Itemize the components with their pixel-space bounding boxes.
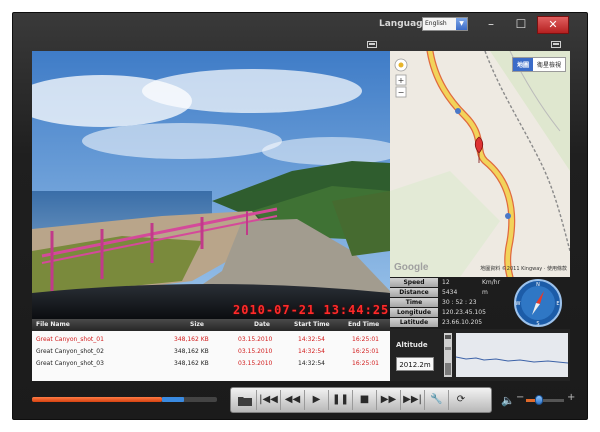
- map-panel-toggle[interactable]: [551, 41, 561, 48]
- close-button[interactable]: ✕: [537, 16, 569, 34]
- altitude-graph: [455, 333, 569, 377]
- svg-text:E: E: [556, 301, 559, 307]
- file-end-time: 16:25:01: [352, 336, 379, 343]
- altitude-label: Altitude: [396, 341, 428, 349]
- rewind-icon[interactable]: ◀◀: [281, 390, 305, 410]
- stat-unit: m: [482, 289, 488, 296]
- skip-forward-icon[interactable]: ▶▶|: [401, 390, 425, 410]
- wrench-icon[interactable]: 🔧: [425, 390, 449, 410]
- stat-value: 23.66.10.205: [442, 319, 483, 326]
- pause-icon[interactable]: ❚❚: [329, 390, 353, 410]
- stat-value: 5434: [442, 289, 458, 296]
- stop-icon[interactable]: ■: [353, 390, 377, 410]
- svg-text:N: N: [536, 282, 540, 288]
- maximize-button[interactable]: ☐: [509, 16, 533, 34]
- column-header-file-name[interactable]: File Name: [36, 319, 70, 331]
- video-timestamp: 2010-07-21 13:44:25: [233, 303, 390, 317]
- column-header-size[interactable]: Size: [190, 319, 204, 331]
- video-panel-toggle[interactable]: [367, 41, 377, 48]
- stat-value: 12: [442, 279, 450, 286]
- tab-satellite[interactable]: 衛星檢視: [532, 58, 565, 71]
- map-canvas: + −: [390, 51, 570, 277]
- video-frame[interactable]: [32, 51, 390, 319]
- map-copyright: 地圖資料 ©2011 Kingway · 使用條款: [480, 266, 567, 272]
- table-row[interactable]: Great Canyon_shot_02 348,162 KB 03.15.20…: [32, 346, 390, 357]
- file-table: File Name Size Date Start Time End Time …: [32, 319, 390, 381]
- stat-row-speed: Speed 12 Km/hr: [390, 278, 506, 288]
- speaker-icon[interactable]: 🔈: [501, 394, 515, 407]
- volume-up-button[interactable]: +: [567, 392, 575, 403]
- file-date: 03.15.2010: [238, 360, 273, 367]
- play-icon[interactable]: ▶: [305, 390, 329, 410]
- stat-unit: Km/hr: [482, 279, 501, 286]
- file-start-time: 14:32:54: [298, 348, 325, 355]
- file-size: 348,162 KB: [174, 360, 209, 367]
- volume-knob[interactable]: [535, 395, 543, 405]
- file-start-time: 14:32:54: [298, 336, 325, 343]
- file-end-time: 16:25:01: [352, 348, 379, 355]
- altitude-panel: Altitude 2012.2m: [390, 329, 570, 381]
- chevron-down-icon[interactable]: ▼: [456, 18, 467, 30]
- stat-label: Distance: [390, 288, 438, 297]
- compass-icon: N S W E: [514, 279, 562, 327]
- altitude-scale-graphic: [445, 335, 451, 375]
- file-date: 03.15.2010: [238, 348, 273, 355]
- altitude-chart: [455, 356, 569, 364]
- stat-label: Longitude: [390, 308, 438, 317]
- trip-stats: Speed 12 Km/hr Distance 5434 m Time 30 :…: [390, 277, 506, 329]
- svg-text:−: −: [398, 88, 405, 97]
- stat-label: Time: [390, 298, 438, 307]
- file-size: 348,162 KB: [174, 336, 209, 343]
- stat-row-distance: Distance 5434 m: [390, 288, 506, 298]
- google-logo: Google: [394, 262, 429, 273]
- stat-row-latitude: Latitude 23.66.10.205: [390, 318, 506, 328]
- file-name: Great Canyon_shot_02: [36, 348, 104, 355]
- svg-text:S: S: [536, 321, 539, 327]
- progress-fill: [32, 397, 162, 402]
- playback-progress-bar[interactable]: [32, 397, 217, 402]
- column-header-start-time[interactable]: Start Time: [294, 319, 330, 331]
- column-header-end-time[interactable]: End Time: [348, 319, 379, 331]
- file-name: Great Canyon_shot_03: [36, 360, 104, 367]
- video-scene: [32, 51, 390, 319]
- fast-forward-icon[interactable]: ▶▶: [377, 390, 401, 410]
- column-header-date[interactable]: Date: [254, 319, 270, 331]
- stat-value: 30 : 52 : 23: [442, 299, 477, 306]
- stat-row-longitude: Longitude 120.23.45.105: [390, 308, 506, 318]
- file-end-time: 16:25:01: [352, 360, 379, 367]
- table-row[interactable]: Great Canyon_shot_03 348,162 KB 03.15.20…: [32, 358, 390, 369]
- file-name: Great Canyon_shot_01: [36, 336, 104, 343]
- svg-text:+: +: [398, 76, 405, 85]
- volume-down-button[interactable]: −: [516, 392, 524, 403]
- player-window: Language English ▼ – ☐ ✕ 2010-07-21 13:4…: [12, 12, 588, 420]
- stat-label: Speed: [390, 278, 438, 287]
- language-value: English: [425, 20, 447, 27]
- file-size: 348,162 KB: [174, 348, 209, 355]
- altitude-scale: [444, 333, 452, 377]
- tab-map[interactable]: 地圖: [512, 58, 533, 71]
- file-date: 03.15.2010: [238, 336, 273, 343]
- transport-controls: |◀◀ ◀◀ ▶ ❚❚ ■ ▶▶ ▶▶| 🔧 ⟳: [230, 387, 492, 413]
- progress-buffer: [162, 397, 184, 402]
- altitude-value: 2012.2m: [396, 357, 434, 371]
- repeat-icon[interactable]: ⟳: [449, 390, 473, 410]
- stat-value: 120.23.45.105: [442, 309, 486, 316]
- route-map[interactable]: + − 地圖 衛星檢視 Google 地圖資料 ©2011 Kingway · …: [390, 51, 570, 277]
- map-type-tabs: 地圖 衛星檢視: [511, 57, 566, 72]
- svg-text:W: W: [516, 301, 521, 307]
- language-select[interactable]: English ▼: [422, 17, 468, 31]
- minimize-button[interactable]: –: [479, 16, 503, 34]
- stat-label: Latitude: [390, 318, 438, 327]
- file-table-header: File Name Size Date Start Time End Time: [32, 319, 390, 331]
- volume-slider[interactable]: [526, 395, 564, 405]
- folder-icon[interactable]: [233, 390, 257, 410]
- compass: N S W E: [506, 277, 570, 329]
- table-row[interactable]: Great Canyon_shot_01 348,162 KB 03.15.20…: [32, 334, 390, 345]
- skip-back-icon[interactable]: |◀◀: [257, 390, 281, 410]
- stat-row-time: Time 30 : 52 : 23: [390, 298, 506, 308]
- file-start-time: 14:32:54: [298, 360, 325, 367]
